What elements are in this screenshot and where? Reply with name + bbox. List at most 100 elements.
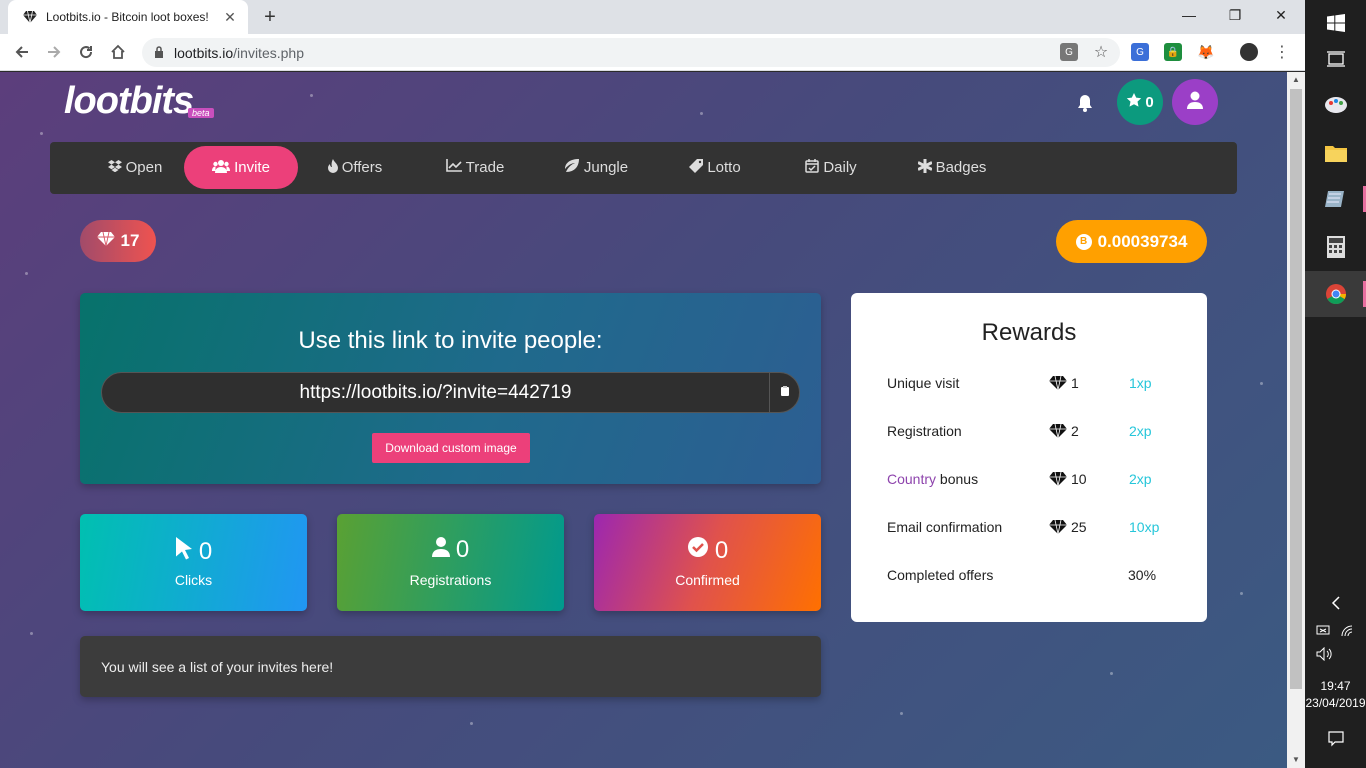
copy-link-button[interactable] [769,373,799,412]
confirmed-label: Confirmed [675,572,740,588]
calculator-icon[interactable] [1305,224,1366,270]
url-host: lootbits.io [174,44,234,61]
registrations-count: 0 [455,536,470,563]
user-icon [431,536,450,564]
user-avatar-button[interactable] [1172,79,1218,125]
invite-link-field[interactable]: https://lootbits.io/?invite=442719 [101,372,800,413]
url-path: /invites.php [233,44,304,61]
nav-trade[interactable]: Trade [430,146,520,189]
download-custom-image-button[interactable]: Download custom image [372,433,530,463]
star-decoration [900,712,903,715]
star-decoration [1260,382,1263,385]
reload-icon[interactable] [72,38,100,66]
diamond-favicon-icon [22,9,38,25]
nav-offers[interactable]: Offers [310,146,400,189]
rewards-title: Rewards [981,319,1077,346]
scrollbar-thumb[interactable] [1290,89,1302,689]
check-circle-icon [687,536,709,565]
confirmed-stat-card: 0 Confirmed [594,514,821,611]
clicks-count: 0 [198,537,213,565]
notification-bell-icon[interactable] [1074,92,1096,114]
clock-date: 23/04/2019 [1305,696,1366,710]
reward-label: Registration [887,423,962,439]
forward-icon[interactable] [40,38,68,66]
minimize-button[interactable]: — [1166,0,1212,32]
nav-badges[interactable]: Badges [906,146,998,189]
chrome-menu-icon[interactable]: ⋮ [1273,43,1291,61]
scroll-up-icon[interactable]: ▲ [1287,72,1305,88]
clock-time: 19:47 [1320,679,1351,693]
gem-balance-badge[interactable]: 17 [80,220,156,262]
users-icon [212,159,231,177]
paint-app-icon[interactable] [1305,82,1366,128]
taskbar-clock[interactable]: 19:47 23/04/2019 [1305,678,1366,712]
lock-icon [154,45,164,61]
volume-icon[interactable] [1293,636,1354,672]
reward-xp: 2xp [1129,471,1152,487]
invites-list-placeholder: You will see a list of your invites here… [80,636,821,697]
page-content: lootbits beta 0 Open Invite Offers Trade… [0,72,1287,768]
reward-percent: 30% [1128,567,1157,583]
rewards-card: Rewards Unique visit 1 1xp Registration … [851,293,1207,622]
reward-label: bonus [936,471,979,487]
profile-avatar-icon[interactable] [1240,43,1258,61]
browser-tabstrip: Lootbits.io - Bitcoin loot boxes! ✕ + — … [0,0,1305,34]
extension-translate-icon[interactable]: G [1131,43,1149,61]
star-decoration [470,722,473,725]
notes-app-icon[interactable] [1305,176,1366,222]
translate-icon[interactable]: G [1060,43,1078,61]
xp-button[interactable]: 0 [1117,79,1163,125]
window-close-button[interactable]: ✕ [1258,0,1304,32]
diamond-icon [1049,471,1067,488]
new-tab-button[interactable]: + [258,5,282,29]
action-center-icon[interactable] [1305,716,1366,762]
clicks-stat-card: 0 Clicks [80,514,307,611]
btc-amount: 0.00039734 [1097,231,1188,251]
bookmark-star-icon[interactable]: ☆ [1092,43,1110,61]
nav-jungle[interactable]: Jungle [550,146,642,189]
nav-open[interactable]: Open [80,146,190,189]
dropbox-icon [107,159,122,176]
nav-invite[interactable]: Invite [184,146,298,189]
reward-label: Unique visit [887,375,960,391]
star-icon [1126,92,1142,112]
file-explorer-icon[interactable] [1305,130,1366,176]
confirmed-count: 0 [714,536,729,564]
reward-row: Country bonus 10 2xp [887,471,1187,491]
address-bar[interactable]: lootbits.io/invites.php [142,38,1120,67]
diamond-icon [1049,375,1067,392]
fire-icon [327,158,338,177]
metamask-fox-icon[interactable]: 🦊 [1197,43,1215,61]
tab-title: Lootbits.io - Bitcoin loot boxes! [46,10,209,24]
star-decoration [25,272,28,275]
xp-count: 0 [1145,93,1154,111]
maximize-button[interactable]: ❐ [1212,0,1258,32]
registrations-stat-card: 0 Registrations [337,514,564,611]
country-link[interactable]: Country [887,471,936,487]
extension-lock-icon[interactable]: 🔒 [1164,43,1182,61]
site-logo[interactable]: lootbits [64,80,194,123]
reward-gems: 10 [1071,471,1087,487]
nav-lotto[interactable]: Lotto [672,146,758,189]
nav-daily[interactable]: Daily [788,146,874,189]
reward-row: Unique visit 1 1xp [887,375,1187,395]
reward-xp: 1xp [1129,375,1152,391]
star-decoration [700,112,703,115]
scroll-down-icon[interactable]: ▼ [1287,752,1305,768]
star-decoration [1110,672,1113,675]
reward-row: Completed offers 30% [887,567,1187,587]
home-icon[interactable] [104,38,132,66]
back-icon[interactable] [8,38,36,66]
invite-link[interactable]: https://lootbits.io/?invite=442719 [300,382,572,404]
beta-badge: beta [188,108,214,118]
task-view-icon[interactable] [1305,36,1366,82]
clicks-label: Clicks [174,572,213,588]
chart-line-icon [445,159,462,176]
tab-close-icon[interactable]: ✕ [222,9,238,26]
browser-tab-lootbits[interactable]: Lootbits.io - Bitcoin loot boxes! ✕ [8,0,248,34]
chrome-taskbar-icon[interactable] [1305,271,1366,317]
reward-xp: 2xp [1129,423,1152,439]
diamond-icon [1049,519,1067,536]
cursor-icon [175,536,193,567]
btc-balance-badge[interactable]: B 0.00039734 [1056,220,1207,263]
